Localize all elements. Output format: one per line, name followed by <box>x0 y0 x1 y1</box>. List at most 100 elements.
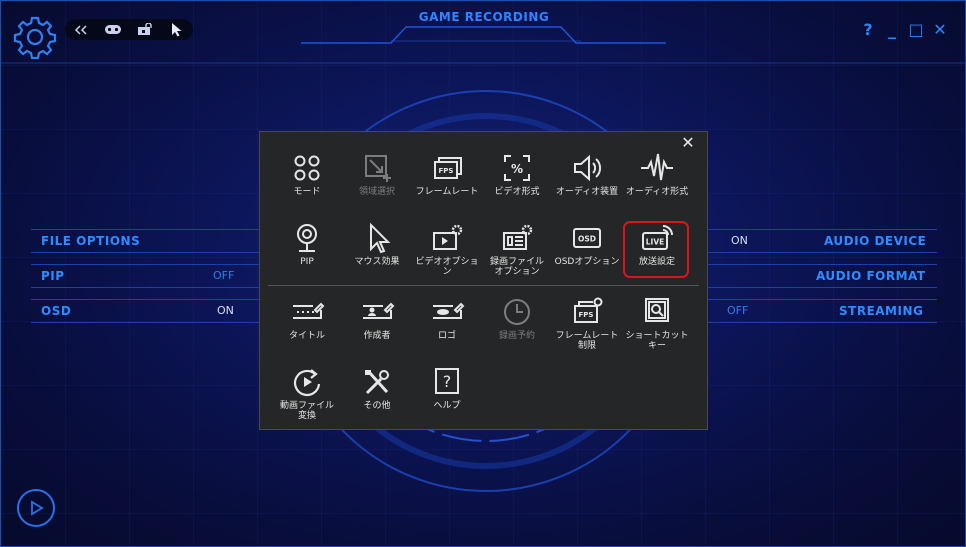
menu-item-label: OSDオプション <box>554 257 620 267</box>
play-icon <box>31 500 44 516</box>
streaming-label[interactable]: STREAMING <box>839 304 923 318</box>
record-file-options-icon <box>503 224 533 250</box>
pip-label[interactable]: PIP <box>41 269 65 283</box>
audio-device-label[interactable]: AUDIO DEVICE <box>824 234 926 248</box>
region-select-icon <box>365 155 391 182</box>
menu-item-framerate[interactable]: FPS フレームレート <box>412 152 482 197</box>
menu-item-mouse-effect[interactable]: マウス効果 <box>342 222 412 267</box>
divider <box>701 252 937 253</box>
divider <box>701 264 937 265</box>
menu-item-label: オーディオ形式 <box>625 187 689 197</box>
speaker-icon <box>574 154 602 182</box>
quick-toolbar <box>65 19 193 40</box>
settings-menu-popup: ✕ モード 領域選択 FPS フレームレート % ビデオ形式 オーディオ装置 オ… <box>259 131 708 430</box>
app-title: GAME RECORDING <box>418 10 550 24</box>
audio-device-value[interactable]: ON <box>731 234 748 247</box>
settings-gear-icon[interactable] <box>13 15 57 59</box>
menu-divider <box>268 285 699 286</box>
menu-item-audio-format[interactable]: オーディオ形式 <box>622 152 692 197</box>
title-icon <box>293 302 325 319</box>
video-format-icon: % <box>504 155 530 181</box>
menu-item-mode[interactable]: モード <box>272 152 342 197</box>
menu-item-other[interactable]: その他 <box>342 366 412 411</box>
mode-icon <box>294 155 320 181</box>
osd-icon: OSD <box>573 228 601 248</box>
app-window: Ctrl + F8 GAME RECORDING ? _ □ ✕ FILE OP… <box>0 0 966 547</box>
audio-format-label[interactable]: AUDIO FORMAT <box>816 269 926 283</box>
menu-item-label: フレームレート <box>415 187 479 197</box>
menu-item-label: PIP <box>300 257 314 267</box>
live-icon: LIVE <box>642 225 673 250</box>
divider <box>31 299 271 300</box>
menu-item-label: その他 <box>363 401 391 411</box>
help-button[interactable]: ? <box>859 21 877 39</box>
cursor-icon[interactable] <box>161 19 193 40</box>
menu-item-label: 放送設定 <box>638 257 675 267</box>
menu-item-label: 動画ファイル 変換 <box>279 401 334 421</box>
menu-item-title[interactable]: タイトル <box>272 296 342 341</box>
logo-icon <box>433 302 465 319</box>
svg-text:?: ? <box>443 372 452 391</box>
menu-item-label: ヘルプ <box>433 401 461 411</box>
menu-item-label: 録画ファイル オプション <box>489 257 544 277</box>
minimize-button[interactable]: _ <box>883 21 901 39</box>
menu-item-label: モード <box>293 187 321 197</box>
menu-item-logo[interactable]: ロゴ <box>412 296 482 341</box>
divider <box>31 252 271 253</box>
osd-label[interactable]: OSD <box>41 304 71 318</box>
menu-item-label: オーディオ装置 <box>555 187 619 197</box>
svg-text:%: % <box>511 162 523 176</box>
menu-item-label: 録画予約 <box>498 331 535 341</box>
divider <box>31 229 271 230</box>
menu-item-schedule[interactable]: 録画予約 <box>482 296 552 341</box>
tools-icon <box>365 370 389 395</box>
svg-text:FPS: FPS <box>579 311 594 319</box>
menu-item-pip[interactable]: PIP <box>272 222 342 267</box>
webcam-icon <box>297 224 317 252</box>
menu-item-label: ビデオ形式 <box>494 187 540 197</box>
author-icon <box>363 302 395 319</box>
fps-limit-icon: FPS <box>574 297 603 323</box>
menu-item-label: 作成者 <box>363 331 391 341</box>
menu-item-label: ショートカット キー <box>625 331 689 351</box>
gamepad-icon[interactable] <box>97 19 129 40</box>
start-recording-button[interactable] <box>17 489 55 527</box>
menu-item-label: 領域選択 <box>358 187 395 197</box>
video-options-icon <box>433 224 463 250</box>
maximize-button[interactable]: □ <box>907 21 925 39</box>
convert-icon <box>293 369 321 397</box>
svg-text:FPS: FPS <box>439 167 454 175</box>
menu-item-framerate-limit[interactable]: FPS フレームレート 制限 <box>552 296 622 351</box>
double-chevron-left-icon[interactable] <box>65 19 97 40</box>
menu-item-label: ロゴ <box>437 331 456 341</box>
streaming-value[interactable]: OFF <box>727 304 748 317</box>
pip-value[interactable]: OFF <box>213 269 234 282</box>
fps-icon: FPS <box>434 157 462 179</box>
close-window-button[interactable]: ✕ <box>931 21 949 39</box>
menu-item-region-select[interactable]: 領域選択 <box>342 152 412 197</box>
menu-item-convert[interactable]: 動画ファイル 変換 <box>272 366 342 421</box>
menu-item-author[interactable]: 作成者 <box>342 296 412 341</box>
menu-item-label: フレームレート 制限 <box>555 331 619 351</box>
menu-item-label: ビデオオプション <box>415 257 479 277</box>
menu-item-video-format[interactable]: % ビデオ形式 <box>482 152 552 197</box>
menu-item-audio-device[interactable]: オーディオ装置 <box>552 152 622 197</box>
menu-item-shortcut-keys[interactable]: ショートカット キー <box>622 296 692 351</box>
divider <box>31 264 271 265</box>
menu-item-broadcast-settings[interactable]: LIVE 放送設定 <box>622 222 692 267</box>
menu-item-help[interactable]: ? ヘルプ <box>412 366 482 411</box>
svg-text:LIVE: LIVE <box>646 238 665 247</box>
divider <box>701 322 937 323</box>
file-options-label[interactable]: FILE OPTIONS <box>41 234 140 248</box>
screen-lock-icon[interactable] <box>129 19 161 40</box>
menu-item-osd-options[interactable]: OSD OSDオプション <box>552 222 622 267</box>
divider <box>701 287 937 288</box>
menu-item-video-options[interactable]: ビデオオプション <box>412 222 482 277</box>
popup-close-button[interactable]: ✕ <box>680 135 696 151</box>
osd-value[interactable]: ON <box>217 304 234 317</box>
shortcut-key-icon <box>645 298 669 322</box>
divider <box>31 287 271 288</box>
svg-text:OSD: OSD <box>578 235 596 244</box>
menu-item-record-file-options[interactable]: 録画ファイル オプション <box>482 222 552 277</box>
divider <box>701 229 937 230</box>
